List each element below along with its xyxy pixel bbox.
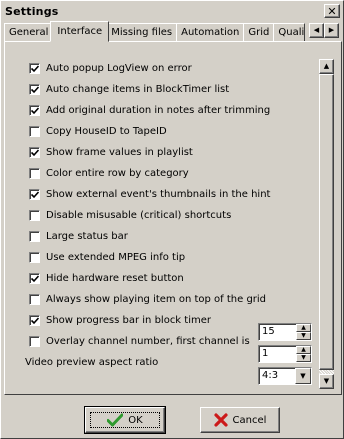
arrow-down-icon: ▼ bbox=[301, 332, 306, 339]
checkbox[interactable] bbox=[29, 230, 40, 242]
option-row[interactable]: Add original duration in notes after tri… bbox=[20, 102, 316, 118]
stepper-up-button[interactable]: ▲ bbox=[296, 324, 311, 332]
tab-scroll-left-button[interactable]: ◀ bbox=[309, 23, 324, 38]
tab-grid[interactable]: Grid bbox=[243, 23, 275, 41]
first-channel-stepper[interactable]: 1 ▲ ▼ bbox=[258, 345, 312, 363]
aspect-label: Video preview aspect ratio bbox=[25, 356, 159, 368]
arrow-left-icon: ◀ bbox=[313, 26, 320, 34]
option-label: Show progress bar in block timer bbox=[46, 314, 211, 326]
option-label: Auto popup LogView on error bbox=[46, 62, 192, 74]
window-title: Settings bbox=[5, 4, 59, 18]
option-row[interactable]: Disable misusable (critical) shortcuts bbox=[20, 207, 316, 223]
option-row[interactable]: Show frame values in playlist bbox=[20, 144, 316, 160]
option-row[interactable]: Use extended MPEG info tip bbox=[20, 249, 316, 265]
option-label: Large status bar bbox=[46, 230, 128, 242]
stepper-down-button[interactable]: ▼ bbox=[296, 354, 311, 362]
option-label: Always show playing item on top of the g… bbox=[46, 293, 267, 305]
tab-quality[interactable]: Quali bbox=[273, 23, 306, 41]
option-row[interactable]: Copy HouseID to TapeID bbox=[20, 123, 316, 139]
checkbox[interactable] bbox=[29, 146, 40, 158]
checkbox[interactable] bbox=[29, 83, 40, 95]
checkbox[interactable] bbox=[29, 251, 40, 263]
tab-automation[interactable]: Automation bbox=[176, 23, 245, 41]
arrow-up-icon: ▲ bbox=[323, 62, 330, 70]
option-row[interactable]: Auto change items in BlockTimer list bbox=[20, 81, 316, 97]
close-icon: ✕ bbox=[327, 4, 337, 18]
aspect-ratio-value: 4:3 bbox=[262, 370, 279, 381]
stepper-down-button[interactable]: ▼ bbox=[296, 332, 311, 340]
arrow-up-icon: ▲ bbox=[301, 324, 306, 331]
tab-scroll-buttons: ◀ ▶ bbox=[309, 23, 339, 38]
scroll-up-button[interactable]: ▲ bbox=[319, 59, 334, 74]
scroll-thumb[interactable] bbox=[319, 74, 334, 370]
arrow-up-icon: ▲ bbox=[301, 346, 306, 353]
option-label: Overlay channel number, first channel is bbox=[46, 335, 250, 347]
option-label: Copy HouseID to TapeID bbox=[46, 125, 167, 137]
first-channel-value[interactable]: 1 bbox=[259, 346, 296, 362]
x-icon bbox=[213, 413, 228, 427]
checkbox[interactable] bbox=[29, 335, 40, 347]
option-label: Use extended MPEG info tip bbox=[46, 251, 186, 263]
checkbox[interactable] bbox=[29, 62, 40, 74]
stepper-up-button[interactable]: ▲ bbox=[296, 346, 311, 354]
arrow-right-icon: ▶ bbox=[328, 26, 335, 34]
option-label: Hide hardware reset button bbox=[46, 272, 184, 284]
option-row[interactable]: Show external event's thumbnails in the … bbox=[20, 186, 316, 202]
option-row[interactable]: Auto popup LogView on error bbox=[20, 60, 316, 76]
settings-window: Settings ✕ General Interface Missing fil… bbox=[0, 0, 344, 439]
checkbox[interactable] bbox=[29, 293, 40, 305]
chevron-down-icon: ▼ bbox=[300, 372, 306, 380]
option-label: Disable misusable (critical) shortcuts bbox=[46, 209, 232, 221]
option-label: Show frame values in playlist bbox=[46, 146, 193, 158]
tab-general[interactable]: General bbox=[4, 23, 54, 41]
tab-scroll-right-button[interactable]: ▶ bbox=[324, 23, 339, 38]
option-row[interactable]: Color entire row by category bbox=[20, 165, 316, 181]
arrow-down-icon: ▼ bbox=[323, 377, 330, 385]
progress-interval-value[interactable]: 15 bbox=[259, 324, 296, 340]
checkbox[interactable] bbox=[29, 272, 40, 284]
checkbox[interactable] bbox=[29, 104, 40, 116]
tab-interface[interactable]: Interface bbox=[50, 21, 110, 42]
options-scrollbar[interactable]: ▲ ▼ bbox=[319, 59, 334, 389]
tab-missing-files[interactable]: Missing files bbox=[106, 23, 178, 41]
option-label: Color entire row by category bbox=[46, 167, 189, 179]
option-label: Auto change items in BlockTimer list bbox=[46, 83, 230, 95]
option-row[interactable]: Hide hardware reset button bbox=[20, 270, 316, 286]
ok-button[interactable]: OK bbox=[84, 406, 166, 434]
stepper-buttons: ▲ ▼ bbox=[296, 324, 311, 340]
checkbox[interactable] bbox=[29, 167, 40, 179]
checkbox[interactable] bbox=[29, 314, 40, 326]
focus-rect bbox=[90, 412, 160, 428]
checkbox[interactable] bbox=[29, 188, 40, 200]
option-label: Add original duration in notes after tri… bbox=[46, 104, 271, 116]
progress-interval-stepper[interactable]: 15 ▲ ▼ bbox=[258, 323, 312, 341]
dropdown-button[interactable]: ▼ bbox=[295, 368, 311, 384]
title-bar: Settings ✕ bbox=[2, 2, 342, 20]
aspect-ratio-select[interactable]: 4:3 ▼ bbox=[258, 367, 312, 385]
stepper-buttons: ▲ ▼ bbox=[296, 346, 311, 362]
tab-strip: General Interface Missing files Automati… bbox=[4, 21, 342, 42]
checkbox[interactable] bbox=[29, 209, 40, 221]
scroll-down-button[interactable]: ▼ bbox=[319, 374, 334, 389]
cancel-button[interactable]: Cancel bbox=[200, 407, 280, 433]
option-row[interactable]: Always show playing item on top of the g… bbox=[20, 291, 316, 307]
option-label: Show external event's thumbnails in the … bbox=[46, 188, 271, 200]
close-button[interactable]: ✕ bbox=[324, 4, 340, 18]
arrow-down-icon: ▼ bbox=[301, 354, 306, 361]
cancel-label: Cancel bbox=[232, 414, 267, 426]
checkbox[interactable] bbox=[29, 125, 40, 137]
option-row[interactable]: Large status bar bbox=[20, 228, 316, 244]
